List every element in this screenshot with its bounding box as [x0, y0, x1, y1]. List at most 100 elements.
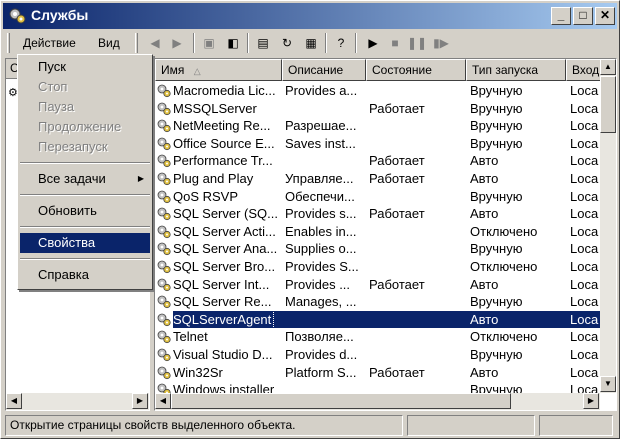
status-panel-empty	[407, 415, 535, 436]
service-name-cell[interactable]: MSSQLServer	[155, 100, 282, 118]
service-row[interactable]: Performance Tr... Работает Авто Loca	[155, 152, 600, 170]
service-name-cell[interactable]: Win32Sr	[155, 364, 282, 382]
service-row[interactable]: SQL Server Int... Provides ... Работает Авт…	[155, 276, 600, 294]
service-row[interactable]: SQL Server Acti... Enables in... Отключено…	[155, 223, 600, 241]
tree-horizontal-scrollbar[interactable]: ◀ ▶	[6, 393, 149, 410]
export-list-icon[interactable]: ▦	[301, 33, 321, 53]
scroll-thumb[interactable]	[600, 76, 616, 133]
service-description: Platform S...	[285, 364, 357, 380]
menu-item-all-tasks[interactable]: Все задачи ▶	[20, 169, 150, 189]
service-row[interactable]: SQLServerAgent Авто Loca	[155, 310, 600, 329]
service-name-cell[interactable]: SQLServerAgent	[155, 310, 282, 329]
scroll-right-icon[interactable]: ▶	[132, 393, 148, 409]
service-gear-icon	[157, 330, 171, 344]
service-name: Performance Tr...	[173, 153, 273, 169]
service-row[interactable]: SQL Server (SQ... Provides s... Работает Ав…	[155, 205, 600, 223]
service-name-cell[interactable]: Telnet	[155, 328, 282, 346]
scroll-left-icon[interactable]: ◀	[6, 393, 22, 409]
refresh-icon[interactable]: ↻	[277, 33, 297, 53]
service-row[interactable]: Win32Sr Platform S... Работает Авто Loca	[155, 364, 600, 382]
service-logon: Loca	[570, 241, 599, 257]
title-bar[interactable]: Службы _ □ ✕	[3, 3, 617, 29]
service-name-cell[interactable]: Macromedia Lic...	[155, 82, 282, 100]
menu-view[interactable]: Вид	[98, 35, 120, 51]
service-name-cell[interactable]: Office Source E...	[155, 135, 282, 153]
service-row[interactable]: Plug and Play Управляе... Работает Авто Loca	[155, 170, 600, 188]
forward-arrow-icon[interactable]: ▶	[167, 33, 187, 53]
scroll-up-icon[interactable]: ▲	[600, 59, 616, 75]
service-state	[369, 82, 465, 100]
service-name: Plug and Play	[173, 170, 254, 186]
service-row[interactable]: MSSQLServer Работает Вручную Loca	[155, 100, 600, 118]
start-service-icon[interactable]: ▶	[363, 33, 383, 53]
menu-item-pause[interactable]: Пауза	[20, 97, 150, 117]
menu-item-start[interactable]: Пуск	[20, 57, 150, 77]
service-gear-icon	[157, 137, 171, 150]
column-header-name[interactable]: Имя △	[155, 59, 282, 81]
menu-item-restart[interactable]: Перезапуск	[20, 137, 150, 157]
service-startup-type: Отключено	[470, 329, 538, 345]
column-header-description[interactable]: Описание	[282, 59, 366, 81]
service-name-cell[interactable]: SQL Server Bro...	[155, 258, 282, 276]
service-gear-icon	[157, 366, 171, 379]
menu-action[interactable]: Действие	[23, 35, 76, 51]
service-name: QoS RSVP	[173, 188, 239, 204]
menu-item-properties[interactable]: Свойства	[20, 233, 150, 253]
window-title: Службы	[31, 7, 89, 23]
service-logon: Loca	[570, 364, 599, 380]
scroll-right-icon[interactable]: ▶	[583, 393, 599, 409]
back-arrow-icon[interactable]: ◀	[145, 33, 165, 53]
service-startup-type: Вручную	[470, 346, 523, 362]
help-icon[interactable]: ?	[331, 33, 351, 53]
toolbar-grip[interactable]	[7, 33, 10, 53]
service-row[interactable]: Visual Studio D... Provides d... Вручную Lo…	[155, 346, 600, 364]
show-tree-icon[interactable]: ◧	[223, 33, 243, 53]
service-name-cell[interactable]: SQL Server Re...	[155, 293, 282, 311]
minimize-button[interactable]: _	[551, 7, 571, 25]
service-name-cell[interactable]: Visual Studio D...	[155, 346, 282, 364]
service-state: Работает	[369, 100, 425, 116]
menu-item-help[interactable]: Справка	[20, 265, 150, 285]
up-folder-icon[interactable]: ▣	[199, 33, 219, 53]
menu-item-stop[interactable]: Стоп	[20, 77, 150, 97]
service-row[interactable]: QoS RSVP Обеспечи... Вручную Loca	[155, 188, 600, 206]
service-row[interactable]: NetMeeting Re... Разрешае... Вручную Loca	[155, 117, 600, 135]
menu-item-resume[interactable]: Продолжение	[20, 117, 150, 137]
service-gear-icon	[157, 84, 171, 98]
column-header-startup[interactable]: Тип запуска	[466, 59, 566, 81]
list-horizontal-scrollbar[interactable]: ◀ ▶	[155, 393, 600, 410]
service-row[interactable]: Office Source E... Saves inst... Вручную Lo…	[155, 135, 600, 153]
service-name-cell[interactable]: QoS RSVP	[155, 188, 282, 206]
service-logon: Loca	[570, 223, 599, 239]
service-name-cell[interactable]: SQL Server Acti...	[155, 223, 282, 241]
service-row[interactable]: SQL Server Re... Manages, ... Вручную Loca	[155, 293, 600, 311]
properties-icon[interactable]: ▤	[253, 33, 273, 53]
restart-service-icon[interactable]: ▮▶	[431, 33, 451, 53]
maximize-button[interactable]: □	[573, 7, 593, 25]
service-name-cell[interactable]: Plug and Play	[155, 170, 282, 188]
service-row[interactable]: Macromedia Lic... Provides a... Вручную Loc…	[155, 82, 600, 100]
service-description: Управляе...	[285, 170, 354, 186]
stop-service-icon[interactable]: ■	[385, 33, 405, 53]
menu-item-refresh[interactable]: Обновить	[20, 201, 150, 221]
service-logon: Loca	[570, 118, 599, 134]
service-description	[285, 152, 365, 170]
scroll-left-icon[interactable]: ◀	[155, 393, 171, 409]
service-name-cell[interactable]: NetMeeting Re...	[155, 117, 282, 135]
service-name-cell[interactable]: SQL Server Int...	[155, 276, 282, 294]
service-description: Provides ...	[285, 276, 351, 292]
pause-service-icon[interactable]: ❚❚	[407, 33, 427, 53]
toolbar-grip[interactable]	[135, 33, 138, 53]
service-row[interactable]: SQL Server Bro... Provides S... Отключено L…	[155, 258, 600, 276]
service-name-cell[interactable]: SQL Server (SQ...	[155, 205, 282, 223]
service-name-cell[interactable]: Performance Tr...	[155, 152, 282, 170]
service-row[interactable]: Telnet Позволяе... Отключено Loca	[155, 328, 600, 346]
service-name-cell[interactable]: SQL Server Ana...	[155, 240, 282, 258]
close-button[interactable]: ✕	[595, 7, 615, 25]
scroll-down-icon[interactable]: ▼	[600, 376, 616, 392]
service-row[interactable]: SQL Server Ana... Supplies o... Вручную Loc…	[155, 240, 600, 258]
scroll-thumb[interactable]	[171, 393, 511, 409]
column-header-state[interactable]: Состояние	[366, 59, 466, 81]
services-list[interactable]: Имя △ Описание Состояние Тип запуска Вхо…	[154, 58, 617, 411]
list-vertical-scrollbar[interactable]: ▲ ▼	[600, 59, 616, 393]
